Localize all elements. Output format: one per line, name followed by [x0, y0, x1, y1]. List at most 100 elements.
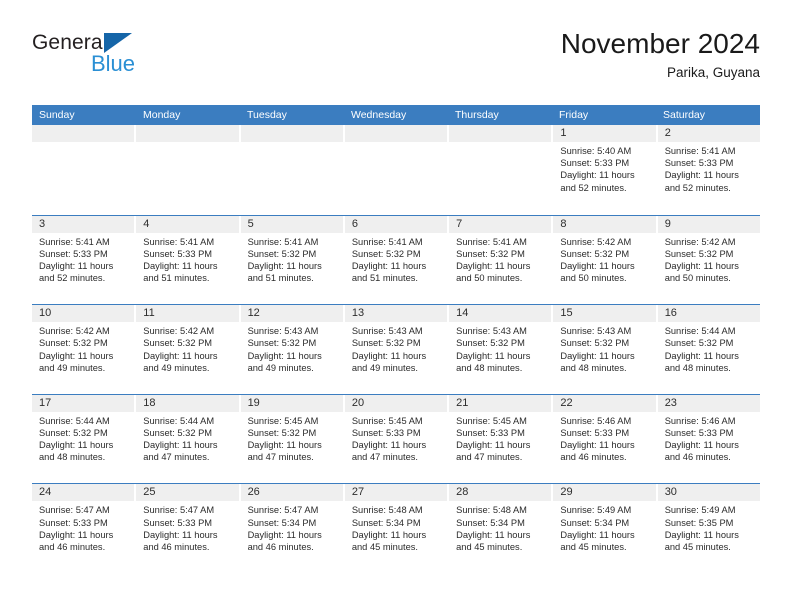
day-sun-info: Sunrise: 5:49 AM Sunset: 5:34 PM Daylight:…: [553, 501, 655, 553]
day-cell-empty: [136, 125, 241, 215]
day-cell[interactable]: 28 Sunrise: 5:48 AM Sunset: 5:34 PM Dayligh…: [449, 484, 554, 573]
daylight-text: Daylight: 11 hours and 52 minutes.: [560, 170, 635, 193]
daylight-text: Daylight: 11 hours and 45 minutes.: [664, 529, 739, 552]
day-cell-empty: [240, 125, 345, 215]
day-cell[interactable]: 6 Sunrise: 5:41 AM Sunset: 5:32 PM Daylight…: [344, 215, 450, 305]
calendar-week-row: 24 Sunrise: 5:47 AM Sunset: 5:33 PM Dayligh…: [32, 483, 760, 573]
day-cell[interactable]: 4 Sunrise: 5:41 AM Sunset: 5:33 PM Daylight…: [136, 215, 241, 305]
calendar-body: 1 Sunrise: 5:40 AM Sunset: 5:33 PM Daylight…: [32, 125, 760, 573]
day-cell[interactable]: 21 Sunrise: 5:45 AM Sunset: 5:33 PM Dayligh…: [449, 394, 554, 484]
day-cell[interactable]: 1 Sunrise: 5:40 AM Sunset: 5:33 PM Daylight…: [553, 125, 658, 215]
daylight-text: Daylight: 11 hours and 47 minutes.: [247, 440, 322, 463]
day-sun-info: Sunrise: 5:45 AM Sunset: 5:32 PM Daylight:…: [241, 412, 343, 464]
day-cell[interactable]: 3 Sunrise: 5:41 AM Sunset: 5:33 PM Daylight…: [32, 215, 137, 305]
day-number: 3: [32, 215, 135, 233]
day-cell[interactable]: 20 Sunrise: 5:45 AM Sunset: 5:33 PM Dayligh…: [344, 394, 450, 484]
sunset-text: Sunset: 5:32 PM: [560, 338, 630, 349]
day-cell[interactable]: 19 Sunrise: 5:45 AM Sunset: 5:32 PM Dayligh…: [240, 394, 345, 484]
sunset-text: Sunset: 5:33 PM: [39, 248, 108, 259]
day-number: 21: [449, 394, 552, 412]
day-sun-info: Sunrise: 5:48 AM Sunset: 5:34 PM Daylight:…: [345, 501, 447, 553]
sunrise-text: Sunrise: 5:49 AM: [664, 505, 736, 516]
day-cell[interactable]: 29 Sunrise: 5:49 AM Sunset: 5:34 PM Dayligh…: [553, 484, 658, 573]
day-cell[interactable]: 15 Sunrise: 5:43 AM Sunset: 5:32 PM Dayligh…: [553, 305, 658, 394]
day-sun-info: Sunrise: 5:41 AM Sunset: 5:33 PM Daylight:…: [32, 233, 134, 285]
day-cell[interactable]: 22 Sunrise: 5:46 AM Sunset: 5:33 PM Dayligh…: [553, 394, 658, 484]
day-cell[interactable]: 18 Sunrise: 5:44 AM Sunset: 5:32 PM Dayligh…: [136, 394, 241, 484]
sunrise-text: Sunrise: 5:45 AM: [247, 415, 319, 426]
day-cell[interactable]: 26 Sunrise: 5:47 AM Sunset: 5:34 PM Dayligh…: [240, 484, 345, 573]
daylight-text: Daylight: 11 hours and 46 minutes.: [247, 529, 322, 552]
sunset-text: Sunset: 5:34 PM: [351, 517, 421, 528]
day-cell-empty: [449, 125, 554, 215]
day-cell[interactable]: 24 Sunrise: 5:47 AM Sunset: 5:33 PM Dayligh…: [32, 484, 137, 573]
day-cell[interactable]: 7 Sunrise: 5:41 AM Sunset: 5:32 PM Daylight…: [449, 215, 554, 305]
day-cell-empty: [344, 125, 450, 215]
daylight-text: Daylight: 11 hours and 48 minutes.: [560, 350, 635, 373]
sunset-text: Sunset: 5:32 PM: [39, 427, 108, 438]
day-sun-info: Sunrise: 5:49 AM Sunset: 5:35 PM Daylight:…: [658, 501, 760, 553]
day-cell[interactable]: 13 Sunrise: 5:43 AM Sunset: 5:32 PM Dayligh…: [344, 305, 450, 394]
sunset-text: Sunset: 5:33 PM: [664, 158, 734, 169]
day-cell[interactable]: 12 Sunrise: 5:43 AM Sunset: 5:32 PM Dayligh…: [240, 305, 345, 394]
general-blue-logo[interactable]: General Blue: [32, 32, 252, 88]
day-sun-info: Sunrise: 5:41 AM Sunset: 5:33 PM Daylight:…: [136, 233, 238, 285]
daylight-text: Daylight: 11 hours and 46 minutes.: [143, 529, 218, 552]
day-cell[interactable]: 9 Sunrise: 5:42 AM Sunset: 5:32 PM Daylight…: [657, 215, 760, 305]
day-cell[interactable]: 5 Sunrise: 5:41 AM Sunset: 5:32 PM Daylight…: [240, 215, 345, 305]
logo-text-general: General: [32, 31, 108, 54]
sunrise-text: Sunrise: 5:43 AM: [351, 326, 423, 337]
day-cell[interactable]: 16 Sunrise: 5:44 AM Sunset: 5:32 PM Dayligh…: [657, 305, 760, 394]
day-sun-info: Sunrise: 5:45 AM Sunset: 5:33 PM Daylight:…: [345, 412, 447, 464]
day-number: 30: [657, 484, 760, 502]
day-number: 29: [553, 484, 656, 502]
daylight-text: Daylight: 11 hours and 50 minutes.: [456, 261, 531, 284]
day-number: 28: [449, 484, 552, 502]
weekday-header-friday: Friday: [559, 109, 589, 121]
day-cell[interactable]: 14 Sunrise: 5:43 AM Sunset: 5:32 PM Dayligh…: [449, 305, 554, 394]
sunset-text: Sunset: 5:32 PM: [247, 338, 317, 349]
sunset-text: Sunset: 5:32 PM: [456, 338, 525, 349]
day-number: 12: [240, 305, 343, 323]
sunset-text: Sunset: 5:32 PM: [143, 338, 213, 349]
sunrise-text: Sunrise: 5:47 AM: [39, 505, 110, 516]
day-number: [32, 125, 135, 142]
day-cell[interactable]: 23 Sunrise: 5:46 AM Sunset: 5:33 PM Dayligh…: [657, 394, 760, 484]
sunset-text: Sunset: 5:33 PM: [143, 517, 213, 528]
sunset-text: Sunset: 5:33 PM: [351, 427, 421, 438]
sunrise-text: Sunrise: 5:45 AM: [456, 415, 527, 426]
sunset-text: Sunset: 5:33 PM: [664, 427, 734, 438]
day-cell[interactable]: 11 Sunrise: 5:42 AM Sunset: 5:32 PM Dayligh…: [136, 305, 241, 394]
day-cell[interactable]: 30 Sunrise: 5:49 AM Sunset: 5:35 PM Dayligh…: [657, 484, 760, 573]
sunrise-text: Sunrise: 5:43 AM: [560, 326, 632, 337]
day-cell[interactable]: 27 Sunrise: 5:48 AM Sunset: 5:34 PM Dayligh…: [344, 484, 450, 573]
daylight-text: Daylight: 11 hours and 47 minutes.: [143, 440, 218, 463]
sunrise-text: Sunrise: 5:41 AM: [247, 236, 319, 247]
day-sun-info: Sunrise: 5:44 AM Sunset: 5:32 PM Daylight:…: [32, 412, 134, 464]
day-cell[interactable]: 10 Sunrise: 5:42 AM Sunset: 5:32 PM Dayligh…: [32, 305, 137, 394]
day-cell[interactable]: 17 Sunrise: 5:44 AM Sunset: 5:32 PM Dayligh…: [32, 394, 137, 484]
day-number: 9: [657, 215, 760, 233]
day-number: 5: [240, 215, 343, 233]
daylight-text: Daylight: 11 hours and 49 minutes.: [39, 350, 114, 373]
day-cell[interactable]: 25 Sunrise: 5:47 AM Sunset: 5:33 PM Dayligh…: [136, 484, 241, 573]
sunrise-text: Sunrise: 5:40 AM: [560, 146, 632, 156]
calendar-week-row: 3 Sunrise: 5:41 AM Sunset: 5:33 PM Daylight…: [32, 214, 760, 305]
day-number: 7: [449, 215, 552, 233]
daylight-text: Daylight: 11 hours and 46 minutes.: [39, 529, 114, 552]
sunrise-text: Sunrise: 5:43 AM: [456, 326, 527, 337]
sunset-text: Sunset: 5:32 PM: [664, 338, 734, 349]
day-number: 18: [136, 394, 239, 412]
day-sun-info: Sunrise: 5:43 AM Sunset: 5:32 PM Daylight:…: [449, 322, 551, 374]
day-sun-info: Sunrise: 5:48 AM Sunset: 5:34 PM Daylight:…: [449, 501, 551, 553]
day-number: 25: [136, 484, 239, 502]
day-cell[interactable]: 8 Sunrise: 5:42 AM Sunset: 5:32 PM Daylight…: [553, 215, 658, 305]
day-cell[interactable]: 2 Sunrise: 5:41 AM Sunset: 5:33 PM Daylight…: [657, 125, 760, 215]
day-number: [240, 125, 343, 142]
sunrise-text: Sunrise: 5:49 AM: [560, 505, 632, 516]
day-number: [344, 125, 448, 142]
sunset-text: Sunset: 5:33 PM: [456, 427, 525, 438]
day-sun-info: Sunrise: 5:42 AM Sunset: 5:32 PM Daylight:…: [553, 233, 655, 285]
daylight-text: Daylight: 11 hours and 46 minutes.: [664, 440, 739, 463]
sunrise-text: Sunrise: 5:41 AM: [39, 236, 110, 247]
